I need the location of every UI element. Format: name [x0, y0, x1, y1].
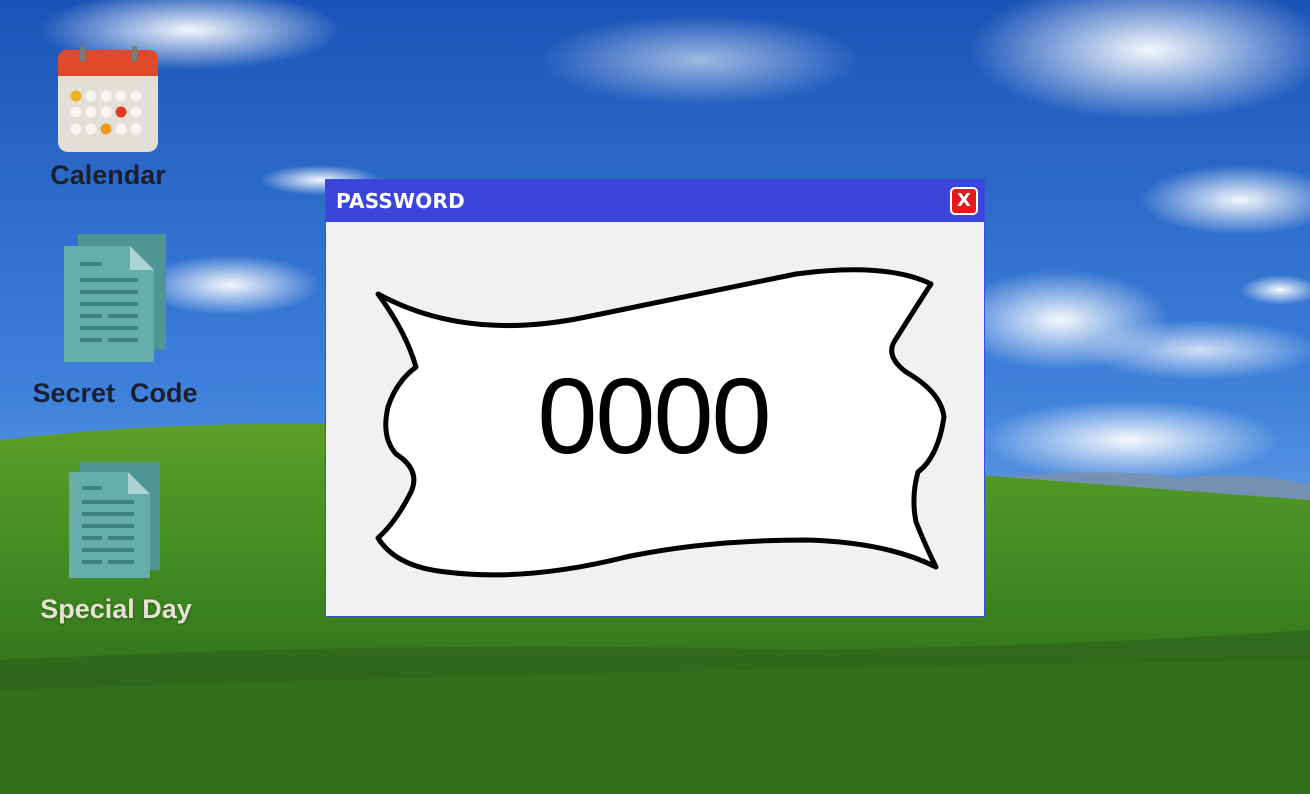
- desktop-icon-calendar[interactable]: Calendar: [8, 46, 208, 191]
- desktop-icon-label: Secret Code: [32, 378, 198, 408]
- password-code: 0000: [537, 355, 771, 476]
- calendar-icon: [58, 46, 158, 152]
- document-icon: [69, 462, 160, 578]
- window-title: PASSWORD: [336, 189, 465, 213]
- desktop: Calendar Secret Code Special Day PASSWOR…: [0, 0, 1310, 794]
- window-body: 0000: [326, 222, 984, 616]
- password-window: PASSWORD X 0000: [325, 179, 985, 617]
- desktop-icon-label: Special Day: [40, 594, 192, 624]
- document-icon: [64, 234, 166, 362]
- desktop-icon-special-day[interactable]: Special Day: [16, 460, 216, 625]
- window-titlebar[interactable]: PASSWORD X: [326, 180, 984, 222]
- desktop-icon-secret-code[interactable]: Secret Code: [15, 232, 215, 409]
- desktop-icon-label: Calendar: [50, 160, 166, 190]
- close-button[interactable]: X: [950, 187, 978, 215]
